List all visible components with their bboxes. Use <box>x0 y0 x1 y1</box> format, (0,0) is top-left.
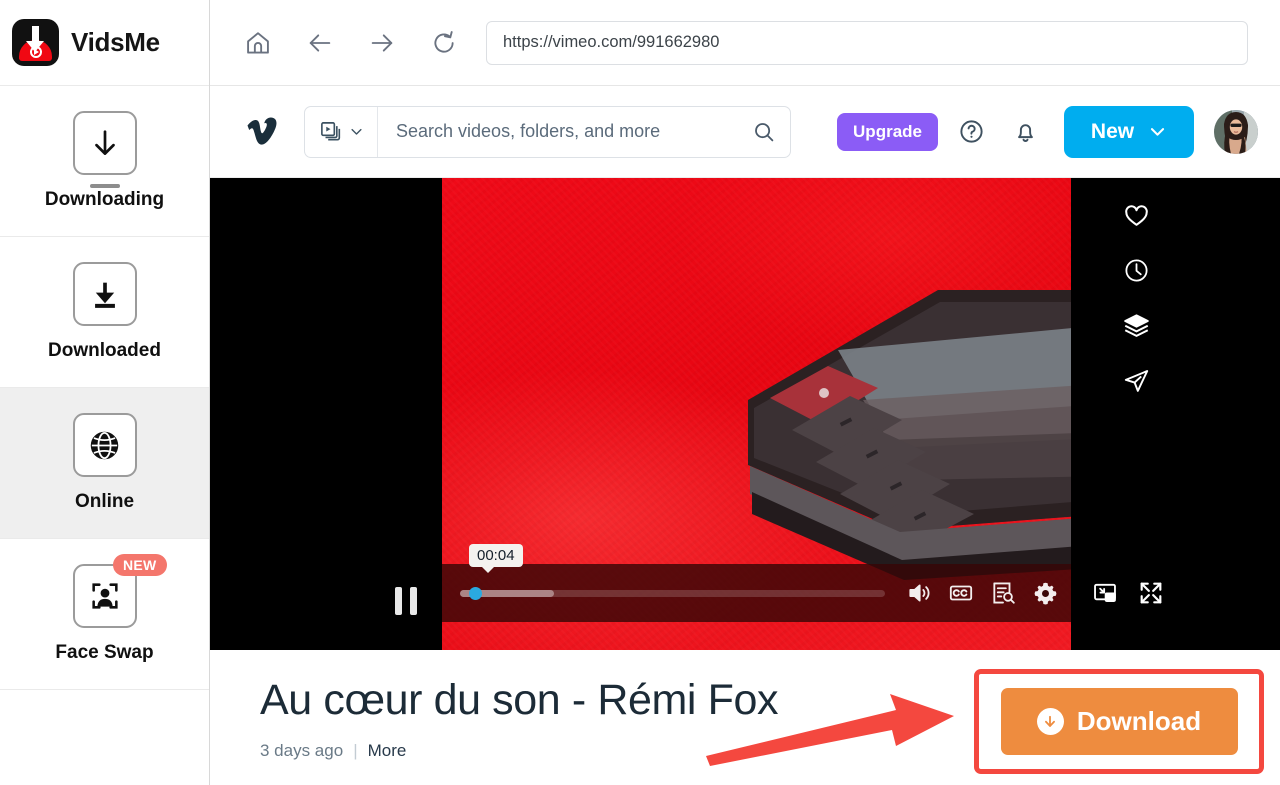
video-subject-cassette-illustration <box>748 290 1071 580</box>
meta-separator: | <box>353 741 358 761</box>
arrow-down-icon <box>72 111 137 175</box>
progress-divider <box>89 184 120 188</box>
search-scope-selector[interactable] <box>305 106 378 157</box>
status-badge: NEW <box>112 554 167 576</box>
video-stack-icon <box>321 122 341 141</box>
video-player[interactable]: 00:04 <box>210 178 1280 650</box>
avatar[interactable] <box>1214 109 1258 154</box>
fullscreen-icon[interactable] <box>1135 577 1167 609</box>
download-tray-icon <box>72 262 137 326</box>
help-icon[interactable] <box>950 111 992 153</box>
player-controls: 00:04 <box>442 543 1280 622</box>
url-input[interactable]: https://vimeo.com/991662980 <box>486 20 1248 65</box>
video-published-date: 3 days ago <box>260 741 344 761</box>
volume-icon[interactable] <box>903 577 935 609</box>
sidebar-item-downloaded[interactable]: Downloaded <box>0 237 209 388</box>
download-highlight-box: Download <box>974 669 1264 774</box>
progress-thumb[interactable] <box>468 586 482 600</box>
settings-gear-icon[interactable] <box>1029 577 1061 609</box>
share-send-icon[interactable] <box>1121 365 1151 395</box>
back-icon[interactable] <box>300 23 340 63</box>
sidebar-item-label: Downloaded <box>48 340 161 361</box>
pause-button[interactable] <box>389 584 423 618</box>
download-button-label: Download <box>1076 706 1202 736</box>
search-bar[interactable]: Search videos, folders, and more <box>304 105 791 158</box>
embedded-browser: https://vimeo.com/991662980 Search video… <box>210 0 1280 785</box>
picture-in-picture-icon[interactable] <box>1089 577 1121 609</box>
sidebar-item-label: Online <box>74 491 135 512</box>
vimeo-v-logo-icon[interactable] <box>242 116 282 147</box>
like-heart-icon[interactable] <box>1121 200 1151 230</box>
new-button[interactable]: New <box>1064 105 1194 158</box>
player-letterbox-left <box>210 178 442 650</box>
reload-icon[interactable] <box>424 23 464 63</box>
new-button-label: New <box>1090 119 1135 143</box>
sidebar-item-label: Downloading <box>44 189 165 210</box>
search-input[interactable]: Search videos, folders, and more <box>378 120 790 144</box>
captions-cc-icon[interactable] <box>945 577 977 609</box>
vidsme-logo-icon <box>12 19 59 66</box>
sidebar-item-label: Face Swap <box>55 642 154 663</box>
globe-icon <box>72 413 137 477</box>
player-controls-outside <box>1071 564 1167 622</box>
watch-later-clock-icon[interactable] <box>1121 255 1151 285</box>
sidebar-item-downloading[interactable]: Downloading <box>0 86 209 237</box>
url-text: https://vimeo.com/991662980 <box>503 33 720 51</box>
sidebar-item-face-swap[interactable]: NEW Face Swap <box>0 539 209 690</box>
browser-toolbar: https://vimeo.com/991662980 <box>210 0 1280 86</box>
app-sidebar: VidsMe Downloading Downloaded Online NEW… <box>0 0 210 785</box>
player-side-actions <box>1121 200 1151 395</box>
notifications-bell-icon[interactable] <box>1004 111 1046 153</box>
progress-scrubber[interactable]: 00:04 <box>460 543 885 600</box>
current-time-tooltip: 00:04 <box>469 543 523 573</box>
chevron-down-icon <box>1151 128 1165 136</box>
brand-name: VidsMe <box>71 27 160 57</box>
application-window: VidsMe Downloading Downloaded Online NEW… <box>0 0 1280 785</box>
upgrade-button[interactable]: Upgrade <box>837 112 938 151</box>
vimeo-site-header: Search videos, folders, and more Upgrade <box>210 86 1280 178</box>
chevron-down-icon <box>351 128 362 135</box>
search-icon[interactable] <box>752 120 776 144</box>
face-frame-icon: NEW <box>72 554 167 628</box>
collections-layers-icon[interactable] <box>1121 310 1151 340</box>
search-placeholder: Search videos, folders, and more <box>396 121 661 141</box>
home-icon[interactable] <box>238 23 278 63</box>
download-circle-icon <box>1036 708 1064 735</box>
more-link[interactable]: More <box>368 741 407 761</box>
brand-header: VidsMe <box>0 0 209 86</box>
forward-icon[interactable] <box>362 23 402 63</box>
sidebar-item-online[interactable]: Online <box>0 388 209 539</box>
transcript-icon[interactable] <box>987 577 1019 609</box>
download-button[interactable]: Download <box>1000 688 1238 755</box>
